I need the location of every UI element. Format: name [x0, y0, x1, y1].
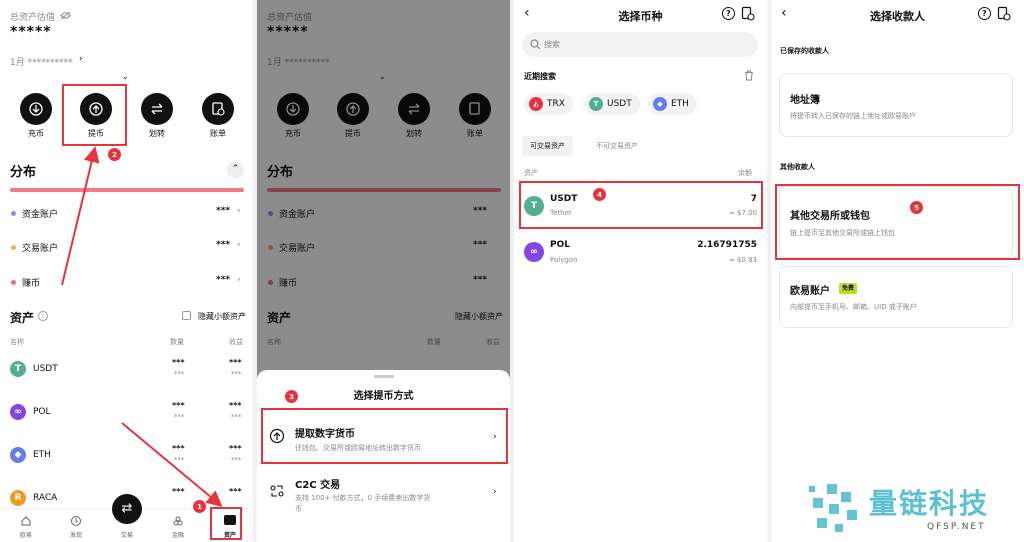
tab-tradable[interactable]: 可交易资产: [522, 136, 573, 156]
eth-icon: ◆: [653, 97, 667, 111]
chip-label: TRX: [547, 99, 565, 109]
okx-account-desc: 内部提币至手机号、邮箱、UID 或子账户: [790, 303, 917, 311]
help-icon[interactable]: ?: [722, 7, 735, 20]
address-book-desc: 将提币转入已保存的链上地址或欧易账户: [790, 112, 916, 120]
c2c-desc-line2: 币: [295, 505, 302, 513]
usdt-row-highlight: [519, 181, 763, 229]
coin-amount: 2.16791755: [697, 240, 757, 250]
chevron-right-icon[interactable]: ›: [493, 487, 497, 497]
coin-symbol: POL: [550, 240, 570, 250]
c2c-title[interactable]: C2C 交易: [295, 476, 340, 491]
withdraw-method-sheet: 选择提币方式 提取数字货币 往钱包、交易所或欧易地址转出数字货币 › 3 C2C…: [257, 370, 510, 542]
okx-account-card[interactable]: [779, 266, 1013, 328]
tab-untradable[interactable]: 不可交易资产: [594, 136, 640, 156]
help-icon[interactable]: ?: [978, 7, 991, 20]
select-payee-panel: ‹ 选择收款人 ? 已保存的收款人 地址簿 将提币转入已保存的链上地址或欧易账户…: [771, 0, 1024, 542]
coin-usd: ≈ $0.93: [728, 256, 757, 264]
c2c-desc-line1: 支持 100+ 付款方式，0 手续费卖出数字货: [295, 494, 431, 502]
recent-chip-trx[interactable]: ◭ TRX: [524, 93, 573, 115]
pol-icon: ∞: [524, 242, 544, 262]
search-icon: [530, 39, 541, 50]
history-icon[interactable]: [741, 6, 755, 21]
sheet-handle[interactable]: [374, 375, 394, 378]
annotation-arrows: [61, 146, 223, 507]
trx-icon: ◭: [529, 97, 543, 111]
step-badge-3: 3: [285, 390, 298, 403]
chip-label: ETH: [671, 99, 689, 109]
watermark-sub: QFSP.NET: [927, 522, 986, 532]
withdraw-method-panel: 总资产估值 ***** 1月 ********** ⌄ 充币 提币 划转 账单 …: [257, 0, 510, 542]
step-badge-5: 5: [910, 201, 923, 214]
chip-label: USDT: [607, 99, 632, 109]
other-exchange-highlight: [775, 184, 1020, 260]
col-balance: 余额: [738, 169, 752, 177]
saved-payees-label: 已保存的收款人: [780, 47, 829, 55]
watermark-logo-icon: [809, 484, 857, 532]
recent-search-label: 近期搜索: [524, 72, 556, 81]
recent-chip-usdt[interactable]: T USDT: [584, 93, 640, 115]
withdraw-crypto-highlight: [261, 408, 508, 464]
step-badge-4: 4: [593, 188, 606, 201]
c2c-icon: [270, 485, 284, 497]
history-icon[interactable]: [997, 6, 1011, 21]
free-badge: 免费: [839, 283, 858, 294]
assets-panel: 总资产估值 ***** 1月 ********** › ⌄ 充币 提币 划转 账…: [0, 0, 253, 542]
okx-account-title: 欧易账户: [790, 286, 830, 297]
watermark-text: 量链科技: [869, 487, 990, 520]
recent-chip-eth[interactable]: ◆ ETH: [648, 93, 697, 115]
search-placeholder: 搜索: [544, 40, 560, 49]
usdt-icon: T: [589, 97, 603, 111]
address-book-title: 地址簿: [790, 95, 820, 106]
coin-name: Polygon: [550, 256, 578, 264]
trash-icon[interactable]: [744, 70, 754, 81]
other-payees-label: 其他收款人: [780, 163, 815, 171]
select-coin-panel: ‹ 选择币种 ? 搜索 近期搜索 ◭ TRX T USDT ◆ ETH 可交易资产 不…: [514, 0, 767, 542]
coin-row-pol[interactable]: [519, 233, 763, 273]
col-asset: 资产: [524, 169, 538, 177]
